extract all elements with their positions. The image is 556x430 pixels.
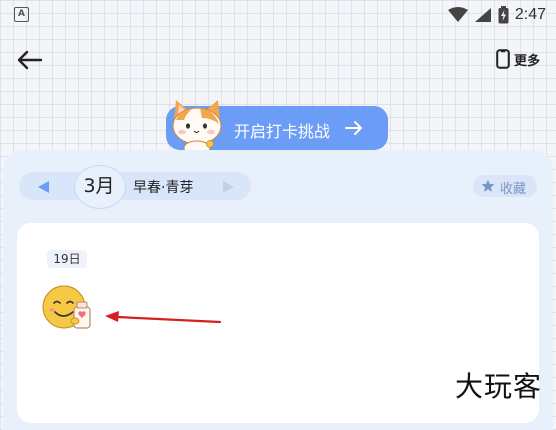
emoji-sticker-icon[interactable] <box>40 281 100 335</box>
notification-icon: A <box>14 7 29 22</box>
annotation-arrow-icon <box>105 311 222 324</box>
arrow-right-icon <box>345 121 362 135</box>
star-icon <box>481 179 495 192</box>
more-button[interactable]: 更多 <box>496 49 540 69</box>
season-label: 早春·青芽 <box>133 180 194 196</box>
phone-outline-icon <box>496 49 510 69</box>
triangle-left-icon <box>38 181 49 193</box>
triangle-right-icon <box>223 181 234 193</box>
signal-icon <box>474 8 491 22</box>
status-bar: A 2:47 <box>0 0 556 32</box>
month-label[interactable]: 3月 <box>74 171 124 201</box>
top-bar: 更多 <box>0 40 556 80</box>
favorite-button[interactable]: 收藏 <box>473 175 537 197</box>
favorite-label: 收藏 <box>500 182 527 197</box>
day-tag: 19日 <box>47 250 87 268</box>
battery-icon <box>498 6 509 24</box>
more-label: 更多 <box>513 53 540 69</box>
month-selector: 3月 早春·青芽 <box>19 165 251 209</box>
watermark: 大玩客 <box>454 370 542 403</box>
arrow-left-icon <box>17 50 43 70</box>
status-time: 2:47 <box>514 6 546 23</box>
challenge-label: 开启打卡挑战 <box>234 122 331 141</box>
back-button[interactable] <box>14 46 44 74</box>
prev-month-button[interactable] <box>37 179 51 198</box>
status-right: 2:47 <box>447 4 546 26</box>
next-month-button[interactable] <box>221 179 235 198</box>
wifi-icon <box>447 7 468 22</box>
cat-mascot-icon <box>172 100 222 156</box>
